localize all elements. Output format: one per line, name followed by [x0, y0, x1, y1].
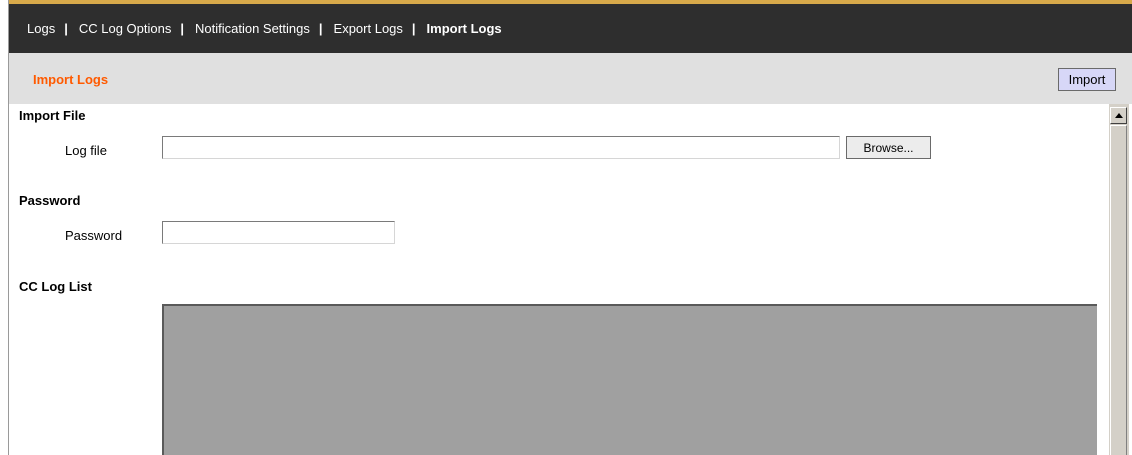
nav-separator: |	[180, 21, 184, 36]
password-heading: Password	[19, 193, 81, 208]
page-title: Import Logs	[33, 72, 109, 87]
import-button[interactable]: Import	[1058, 68, 1116, 91]
nav-separator: |	[411, 21, 416, 36]
nav-separator: |	[318, 21, 323, 36]
password-label: Password	[65, 228, 123, 243]
app-frame: Logs | CC Log Options | Notification Set…	[8, 0, 1132, 455]
vertical-scrollbar[interactable]	[1109, 104, 1129, 455]
log-file-input[interactable]	[162, 136, 840, 159]
scroll-up-arrow-icon[interactable]	[1110, 107, 1127, 124]
cc-log-list-heading: CC Log List	[19, 279, 92, 294]
nav-item-export-logs[interactable]: Export Logs	[334, 21, 403, 36]
cc-log-list[interactable]	[162, 304, 1097, 455]
browse-button[interactable]: Browse...	[846, 136, 931, 159]
password-input[interactable]	[162, 221, 395, 244]
title-bar: Import Logs Import	[9, 53, 1132, 104]
nav-item-cc-log-options[interactable]: CC Log Options	[79, 21, 172, 36]
import-file-heading: Import File	[19, 108, 86, 123]
import-form: Import File Log file Browse... Password …	[9, 104, 1109, 455]
scroll-thumb[interactable]	[1110, 125, 1127, 455]
nav-separator: |	[64, 21, 68, 36]
log-file-label: Log file	[65, 143, 107, 158]
nav-item-logs[interactable]: Logs	[27, 21, 55, 36]
nav-bar: Logs | CC Log Options | Notification Set…	[9, 4, 1132, 53]
nav-item-notification-settings[interactable]: Notification Settings	[195, 21, 310, 36]
nav-item-import-logs[interactable]: Import Logs	[427, 21, 502, 36]
